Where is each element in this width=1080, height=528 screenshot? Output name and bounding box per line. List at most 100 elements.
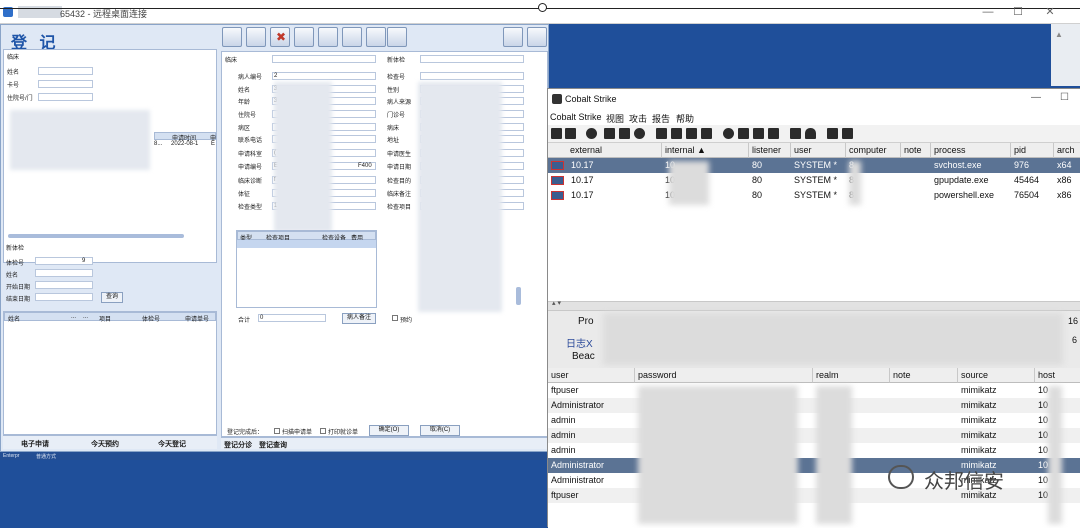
screen-icon[interactable] bbox=[656, 128, 667, 139]
cred-col-user[interactable]: user bbox=[548, 368, 635, 383]
cred-col-password[interactable]: password bbox=[635, 368, 813, 383]
list-icon[interactable] bbox=[619, 128, 630, 139]
menu-view[interactable]: 视图 bbox=[606, 112, 624, 125]
confirm-button[interactable]: 确定(O) bbox=[369, 425, 409, 436]
delete-button[interactable]: ✖ bbox=[270, 27, 290, 47]
tab-today-register[interactable]: 今天登记 bbox=[158, 439, 186, 449]
horizontal-scrollbar[interactable] bbox=[8, 234, 184, 238]
tool-button-6[interactable] bbox=[342, 27, 362, 47]
download-icon[interactable] bbox=[671, 128, 682, 139]
tab-log[interactable]: 日志X bbox=[566, 335, 593, 350]
tab-e-apply[interactable]: 电子申请 bbox=[21, 439, 49, 449]
cred-col-source[interactable]: source bbox=[958, 368, 1035, 383]
document-icon[interactable] bbox=[753, 128, 764, 139]
patient-no-input[interactable]: 2 bbox=[272, 72, 376, 80]
tool-button-10[interactable] bbox=[527, 27, 547, 47]
image-icon[interactable] bbox=[701, 128, 712, 139]
terminal-icon[interactable] bbox=[768, 128, 779, 139]
tab-register-query[interactable]: 登记查询 bbox=[259, 440, 287, 450]
menu-cobalt-strike[interactable]: Cobalt Strike bbox=[550, 112, 602, 122]
total-input[interactable]: 0 bbox=[258, 314, 326, 322]
card-input[interactable] bbox=[38, 80, 93, 88]
print-visit-checkbox[interactable] bbox=[320, 428, 326, 434]
col-external[interactable]: external bbox=[548, 143, 662, 158]
cloud-icon[interactable] bbox=[805, 128, 816, 139]
close-button[interactable]: ✕ bbox=[1030, 4, 1070, 20]
col-user[interactable]: user bbox=[791, 143, 846, 158]
label-purpose: 检查目的 bbox=[387, 179, 412, 185]
tab-register-triage[interactable]: 登记分诊 bbox=[224, 440, 252, 450]
key-icon[interactable] bbox=[686, 128, 697, 139]
split-divider[interactable]: ▴ ▾ bbox=[548, 299, 1080, 311]
cs-maximize-button[interactable]: ☐ bbox=[1060, 92, 1069, 103]
coffee-icon[interactable] bbox=[738, 128, 749, 139]
credential-row[interactable]: admin mimikatz 10 bbox=[548, 443, 1080, 458]
scroll-up-icon[interactable]: ▲ bbox=[1055, 30, 1063, 39]
scan-apply-checkbox[interactable] bbox=[274, 428, 280, 434]
exam-no-input[interactable]: 9 bbox=[35, 257, 93, 265]
end-date-input[interactable] bbox=[35, 293, 93, 301]
drag-handle[interactable] bbox=[538, 3, 547, 12]
start-date-input[interactable] bbox=[35, 281, 93, 289]
tab-today-reserve[interactable]: 今天预约 bbox=[91, 439, 119, 449]
cs-minimize-button[interactable]: — bbox=[1031, 92, 1041, 103]
beacon-row[interactable]: 10.171080SYSTEM *8gpupdate.exe45464x86 bbox=[548, 173, 1080, 188]
headphones-icon[interactable] bbox=[586, 128, 597, 139]
cred-col-host[interactable]: host bbox=[1035, 368, 1080, 383]
credential-row[interactable]: ftpuser mimikatz 10 bbox=[548, 383, 1080, 398]
name-input[interactable] bbox=[38, 67, 93, 75]
tool-button-7[interactable] bbox=[366, 27, 386, 47]
credential-row[interactable]: admin mimikatz 10 bbox=[548, 428, 1080, 443]
cred-col-realm[interactable]: realm bbox=[813, 368, 890, 383]
beacon-row[interactable]: 10.171080SYSTEM *8powershell.exe76504x86 bbox=[548, 188, 1080, 203]
col-computer[interactable]: computer bbox=[846, 143, 901, 158]
tool-button-5[interactable] bbox=[318, 27, 338, 47]
book-icon[interactable] bbox=[827, 128, 838, 139]
col-internal[interactable]: internal ▲ bbox=[662, 143, 749, 158]
inpatient-input[interactable] bbox=[38, 93, 93, 101]
apply-table-header: 申请时间 申 bbox=[154, 132, 216, 142]
his-toolbar: ✖ bbox=[222, 27, 407, 49]
menu-help[interactable]: 帮助 bbox=[676, 112, 694, 125]
redacted-tab-content bbox=[603, 313, 1063, 365]
clinic-input[interactable] bbox=[272, 55, 376, 63]
query-button[interactable]: 查询 bbox=[101, 292, 123, 303]
total-value: 0 bbox=[260, 315, 264, 321]
menu-attack[interactable]: 攻击 bbox=[629, 112, 647, 125]
col-listener[interactable]: listener bbox=[749, 143, 791, 158]
credential-row[interactable]: admin mimikatz 10 bbox=[548, 413, 1080, 428]
vertical-scrollbar[interactable] bbox=[516, 287, 521, 305]
exam-name-input[interactable] bbox=[35, 269, 93, 277]
col-process[interactable]: process bbox=[931, 143, 1011, 158]
exam-item-row[interactable] bbox=[237, 240, 376, 248]
link-icon[interactable] bbox=[790, 128, 801, 139]
beacon-row[interactable]: 10.171080SYSTEM *8svchost.exe976x64 bbox=[548, 158, 1080, 173]
new-exam-input[interactable] bbox=[420, 55, 524, 63]
cred-col-note[interactable]: note bbox=[890, 368, 958, 383]
col-pid[interactable]: pid bbox=[1011, 143, 1054, 158]
credential-row[interactable]: Administrator mimikatz 10 bbox=[548, 398, 1080, 413]
target-icon[interactable] bbox=[634, 128, 645, 139]
disconnect-icon[interactable] bbox=[565, 128, 576, 139]
menu-report[interactable]: 报告 bbox=[652, 112, 670, 125]
cancel-button[interactable]: 取消(C) bbox=[420, 425, 460, 436]
tool-button-9[interactable] bbox=[503, 27, 523, 47]
patient-note-button[interactable]: 病人备注 bbox=[342, 313, 376, 324]
split-arrows-icon[interactable]: ▴ ▾ bbox=[552, 299, 561, 307]
reservation-checkbox[interactable] bbox=[392, 315, 398, 321]
table-row[interactable]: 8... 2022-08-1 E bbox=[154, 141, 216, 149]
col-arch[interactable]: arch bbox=[1054, 143, 1080, 158]
col-note[interactable]: note bbox=[901, 143, 931, 158]
package-icon[interactable] bbox=[842, 128, 853, 139]
new-exam-panel: 新体检 体检号 9 姓名 开始日期 结束日期 查询 bbox=[3, 241, 217, 311]
connect-icon[interactable] bbox=[551, 128, 562, 139]
tool-button-1[interactable] bbox=[222, 27, 242, 47]
tab-beacon[interactable]: Beac bbox=[572, 351, 595, 362]
tool-button-2[interactable] bbox=[246, 27, 266, 47]
graph-icon[interactable] bbox=[604, 128, 615, 139]
tab-processes[interactable]: Pro bbox=[578, 316, 594, 327]
exam-no-mid-input[interactable] bbox=[420, 72, 524, 80]
gear-icon[interactable] bbox=[723, 128, 734, 139]
tool-button-8[interactable] bbox=[387, 27, 407, 47]
tool-button-4[interactable] bbox=[294, 27, 314, 47]
